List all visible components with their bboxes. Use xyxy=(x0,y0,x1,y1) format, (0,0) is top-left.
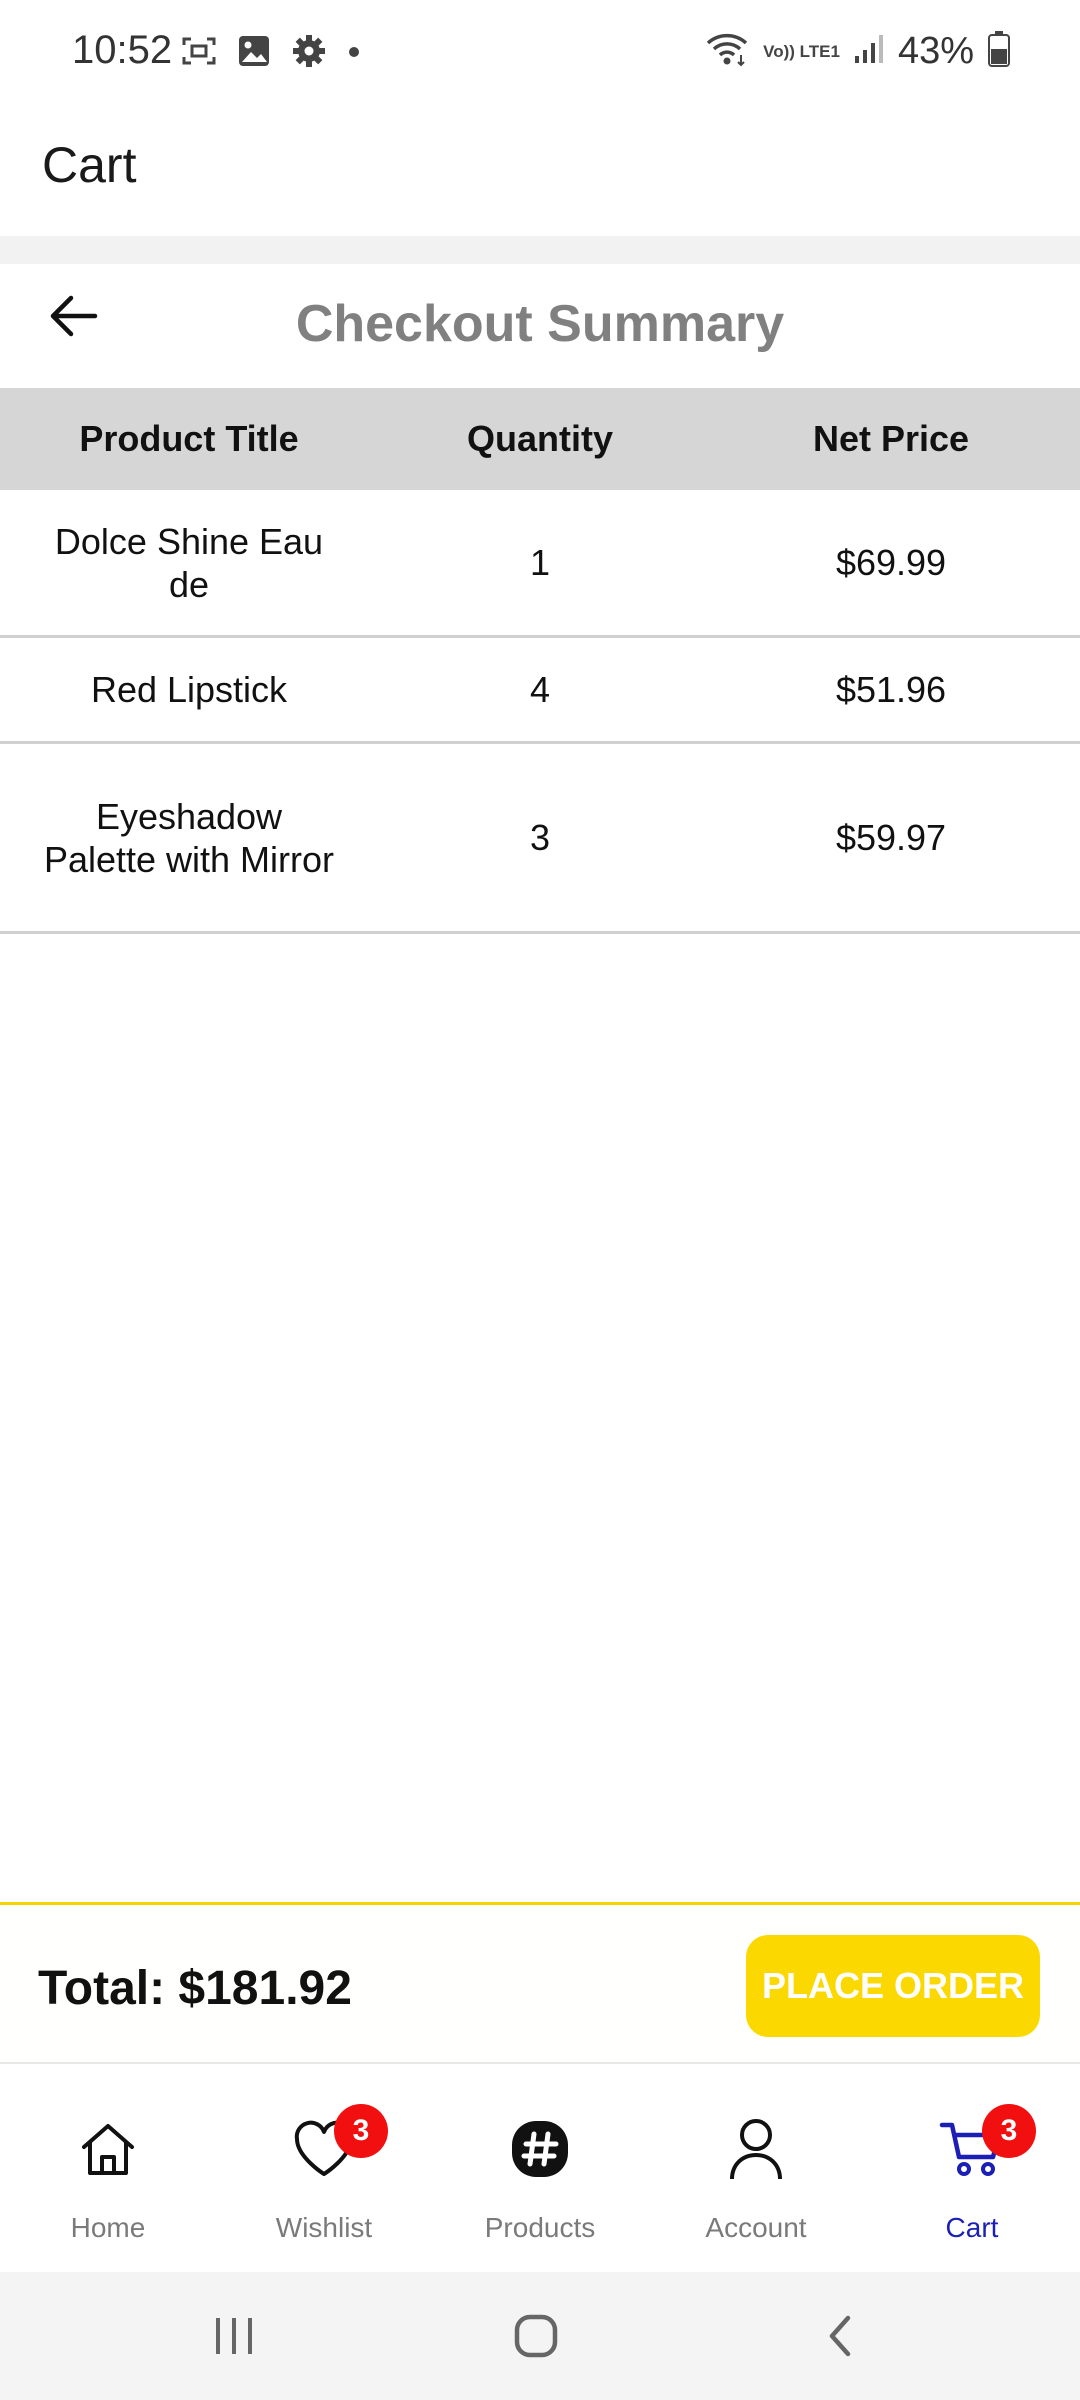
table-row: Red Lipstick 4 $51.96 xyxy=(0,638,1080,744)
status-bar: 10:52 Vo)) LTE1 43% xyxy=(0,0,1080,108)
product-title-cell: Dolce Shine Eau de xyxy=(54,520,324,605)
bottom-navigation: Home 3 Wishlist Products Account 3 Cart xyxy=(0,2064,1080,2272)
battery-percent: 43% xyxy=(897,30,974,72)
checkout-summary-title: Checkout Summary xyxy=(295,295,785,353)
system-navigation-bar xyxy=(0,2272,1080,2400)
section-divider xyxy=(0,236,1080,264)
hashtag-icon xyxy=(505,2114,575,2184)
page-title: Cart xyxy=(42,137,137,193)
net-price-cell: $59.97 xyxy=(835,817,947,858)
net-price-cell: $69.99 xyxy=(835,542,947,583)
quantity-cell: 1 xyxy=(529,542,551,583)
place-order-button[interactable]: PLACE ORDER xyxy=(746,1935,1040,2037)
gallery-icon xyxy=(238,35,270,72)
table-row: Eyeshadow Palette with Mirror 3 $59.97 xyxy=(0,744,1080,934)
wishlist-badge: 3 xyxy=(334,2104,388,2158)
product-title-cell: Red Lipstick xyxy=(90,669,288,710)
quantity-cell: 4 xyxy=(529,669,551,710)
quantity-cell: 3 xyxy=(529,817,551,858)
status-time: 10:52 xyxy=(72,28,173,72)
signal-icon xyxy=(854,34,884,69)
home-icon xyxy=(73,2114,143,2184)
battery-icon xyxy=(988,31,1010,72)
recent-apps-button[interactable] xyxy=(194,2306,274,2366)
home-system-button[interactable] xyxy=(496,2306,576,2366)
checkout-table: Product Title Quantity Net Price Dolce S… xyxy=(0,388,1080,934)
column-header-net-price: Net Price xyxy=(812,418,970,459)
lte-icon: Vo)) LTE1 xyxy=(763,42,840,61)
nav-item-cart[interactable]: 3 Cart xyxy=(864,2064,1080,2272)
nav-label-cart: Cart xyxy=(945,2212,999,2243)
column-header-quantity: Quantity xyxy=(466,418,613,459)
checkout-summary-header: Checkout Summary xyxy=(0,264,1080,388)
screenshot-icon xyxy=(182,36,216,71)
chevron-left-icon xyxy=(829,2315,851,2357)
column-header-product-title: Product Title xyxy=(79,418,299,459)
nav-item-account[interactable]: Account xyxy=(648,2064,864,2272)
nav-label-products: Products xyxy=(484,2212,596,2243)
order-total: Total: $181.92 xyxy=(38,1962,352,2015)
nav-label-wishlist: Wishlist xyxy=(275,2212,373,2243)
app-bar: Cart xyxy=(0,108,1080,236)
nav-item-wishlist[interactable]: 3 Wishlist xyxy=(216,2064,432,2272)
home-circle-icon xyxy=(514,2314,558,2358)
back-system-button[interactable] xyxy=(800,2306,880,2366)
recent-apps-icon xyxy=(216,2318,252,2354)
nav-label-account: Account xyxy=(705,2212,807,2243)
cart-badge: 3 xyxy=(982,2104,1036,2158)
product-title-cell: Eyeshadow Palette with Mirror xyxy=(43,795,335,880)
table-header: Product Title Quantity Net Price xyxy=(0,388,1080,490)
person-icon xyxy=(721,2114,791,2184)
wifi-icon xyxy=(705,31,749,72)
nav-item-home[interactable]: Home xyxy=(0,2064,216,2272)
table-row: Dolce Shine Eau de 1 $69.99 xyxy=(0,490,1080,638)
nav-item-products[interactable]: Products xyxy=(432,2064,648,2272)
checkout-bar: Total: $181.92 PLACE ORDER xyxy=(0,1902,1080,2064)
nav-label-home: Home xyxy=(70,2212,146,2243)
net-price-cell: $51.96 xyxy=(835,669,947,710)
settings-gear-icon xyxy=(292,34,326,73)
notification-dot-icon xyxy=(348,45,360,63)
